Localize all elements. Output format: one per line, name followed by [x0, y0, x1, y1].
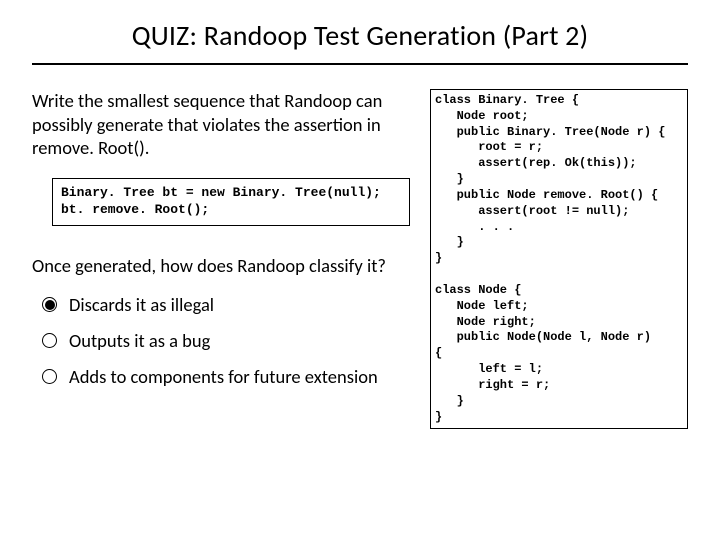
left-column: Write the smallest sequence that Randoop…: [32, 89, 422, 429]
options-list: Discards it as illegal Outputs it as a b…: [32, 293, 422, 388]
option-label: Outputs it as a bug: [69, 329, 422, 353]
answer-code-box: Binary. Tree bt = new Binary. Tree(null)…: [52, 178, 410, 226]
source-code-box: class Binary. Tree { Node root; public B…: [430, 89, 688, 429]
option-label: Discards it as illegal: [69, 293, 422, 317]
question-1: Write the smallest sequence that Randoop…: [32, 89, 422, 160]
radio-icon: [42, 333, 57, 348]
option-label: Adds to components for future extension: [69, 365, 422, 389]
option-1[interactable]: Outputs it as a bug: [42, 329, 422, 353]
question-2: Once generated, how does Randoop classif…: [32, 254, 422, 278]
slide-title: QUIZ: Randoop Test Generation (Part 2): [32, 18, 688, 53]
content-row: Write the smallest sequence that Randoop…: [32, 89, 688, 429]
radio-icon: [42, 369, 57, 384]
option-0[interactable]: Discards it as illegal: [42, 293, 422, 317]
radio-icon: [42, 297, 57, 312]
title-divider: [32, 63, 688, 65]
option-2[interactable]: Adds to components for future extension: [42, 365, 422, 389]
